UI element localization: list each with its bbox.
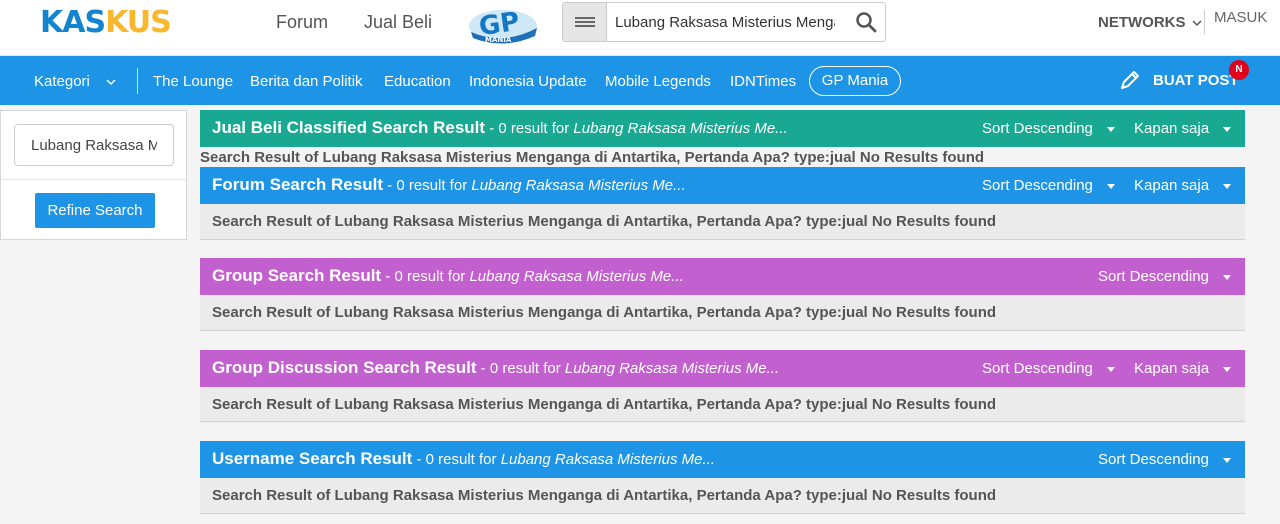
nav-link-forum[interactable]: Forum bbox=[276, 12, 328, 33]
username-result-header: Username Search Result - 0 result for Lu… bbox=[200, 441, 1245, 478]
jual-beli-result-header: Jual Beli Classified Search Result - 0 r… bbox=[200, 110, 1245, 147]
section-title-text: Forum Search Result bbox=[212, 175, 383, 194]
chevron-down-icon bbox=[1192, 20, 1202, 27]
result-query: Lubang Raksasa Misterius Me... bbox=[564, 360, 780, 377]
result-query: Lubang Raksasa Misterius Me... bbox=[573, 120, 788, 137]
caret-down-icon bbox=[1222, 274, 1231, 280]
caret-down-icon bbox=[1106, 366, 1115, 372]
kategori-dropdown[interactable]: Kategori bbox=[34, 73, 116, 90]
group-discussion-result-body: Search Result of Lubang Raksasa Misteriu… bbox=[200, 387, 1245, 422]
nav-item-mobile-legends[interactable]: Mobile Legends bbox=[605, 73, 711, 90]
username-result-body: Search Result of Lubang Raksasa Misteriu… bbox=[200, 478, 1245, 514]
sort-dropdown[interactable]: Sort Descending bbox=[982, 120, 1115, 137]
group-discussion-result-text: Search Result of Lubang Raksasa Misteriu… bbox=[212, 396, 997, 413]
time-filter-label: Kapan saja bbox=[1134, 177, 1210, 194]
networks-dropdown[interactable]: NETWORKS bbox=[1098, 14, 1202, 31]
jual-beli-result-text: Search Result of Lubang Raksasa Misteriu… bbox=[200, 149, 985, 166]
caret-down-icon bbox=[1223, 126, 1232, 132]
notification-badge: N bbox=[1229, 60, 1249, 80]
sort-dropdown[interactable]: Sort Descending bbox=[1098, 451, 1231, 468]
caret-down-icon bbox=[1222, 457, 1231, 463]
result-query: Lubang Raksasa Misterius Me... bbox=[471, 177, 686, 194]
group-result-body: Search Result of Lubang Raksasa Misteriu… bbox=[200, 295, 1245, 331]
networks-label: NETWORKS bbox=[1098, 14, 1186, 31]
section-title: Jual Beli Classified Search Result - 0 r… bbox=[212, 118, 788, 138]
time-filter-dropdown[interactable]: Kapan saja bbox=[1134, 360, 1232, 377]
sort-label: Sort Descending bbox=[1098, 451, 1209, 468]
result-count: - 0 result for bbox=[381, 268, 470, 285]
caret-down-icon bbox=[1106, 183, 1115, 189]
header-divider bbox=[1204, 10, 1205, 34]
search-box bbox=[562, 2, 886, 42]
kaskus-logo[interactable]: KASKUS bbox=[40, 5, 172, 40]
pencil-icon bbox=[1121, 71, 1139, 89]
gp-logo-sub: MANIA bbox=[485, 36, 512, 44]
time-filter-dropdown[interactable]: Kapan saja bbox=[1134, 120, 1232, 137]
section-title-text: Jual Beli Classified Search Result bbox=[212, 118, 486, 137]
caret-down-icon bbox=[1223, 366, 1232, 372]
group-result-text: Search Result of Lubang Raksasa Misteriu… bbox=[212, 304, 997, 321]
nav-item-berita-dan-politik[interactable]: Berita dan Politik bbox=[250, 73, 363, 90]
gp-mania-logo[interactable]: GP MANIA bbox=[465, 2, 541, 46]
sort-label: Sort Descending bbox=[982, 120, 1093, 137]
result-query: Lubang Raksasa Misterius Me... bbox=[469, 268, 684, 285]
nav-item-education[interactable]: Education bbox=[384, 73, 451, 90]
refine-search-input[interactable] bbox=[14, 124, 174, 166]
sort-label: Sort Descending bbox=[1098, 268, 1209, 285]
masuk-link[interactable]: MASUK bbox=[1214, 9, 1267, 26]
nav-link-jual-beli[interactable]: Jual Beli bbox=[364, 12, 432, 33]
category-nav: Kategori The Lounge Berita dan Politik E… bbox=[0, 56, 1280, 105]
caret-down-icon bbox=[1223, 183, 1232, 189]
nav-item-indonesia-update[interactable]: Indonesia Update bbox=[469, 73, 587, 90]
refine-panel: Refine Search bbox=[0, 110, 188, 240]
nav-item-idntimes[interactable]: IDNTimes bbox=[730, 73, 796, 90]
time-filter-label: Kapan saja bbox=[1134, 120, 1210, 137]
time-filter-dropdown[interactable]: Kapan saja bbox=[1134, 177, 1232, 194]
refine-search-button[interactable]: Refine Search bbox=[35, 193, 155, 228]
nav-item-gp-mania[interactable]: GP Mania bbox=[809, 66, 901, 96]
chevron-down-icon bbox=[106, 79, 116, 86]
nav-item-the-lounge[interactable]: The Lounge bbox=[153, 73, 233, 90]
forum-result-body: Search Result of Lubang Raksasa Misteriu… bbox=[200, 204, 1245, 240]
time-filter-label: Kapan saja bbox=[1134, 360, 1210, 377]
sort-dropdown[interactable]: Sort Descending bbox=[1098, 268, 1231, 285]
result-count: - 0 result for bbox=[383, 177, 472, 194]
result-count: - 0 result for bbox=[412, 451, 501, 468]
section-title: Forum Search Result - 0 result for Luban… bbox=[212, 175, 686, 195]
group-result-header: Group Search Result - 0 result for Luban… bbox=[200, 258, 1245, 295]
group-discussion-result-header: Group Discussion Search Result - 0 resul… bbox=[200, 350, 1245, 387]
sort-label: Sort Descending bbox=[982, 360, 1093, 377]
forum-result-text: Search Result of Lubang Raksasa Misteriu… bbox=[212, 213, 997, 230]
sort-label: Sort Descending bbox=[982, 177, 1093, 194]
logo-part-1: KAS bbox=[40, 5, 106, 40]
caret-down-icon bbox=[1106, 126, 1115, 132]
result-count: - 0 result for bbox=[485, 120, 574, 137]
search-input[interactable] bbox=[615, 11, 835, 33]
search-icon bbox=[856, 12, 877, 33]
kategori-label: Kategori bbox=[34, 73, 90, 90]
section-title: Group Search Result - 0 result for Luban… bbox=[212, 266, 684, 286]
section-title-text: Username Search Result bbox=[212, 449, 413, 468]
nav-separator bbox=[137, 68, 138, 94]
section-title-text: Group Search Result bbox=[212, 266, 382, 285]
result-count: - 0 result for bbox=[476, 360, 565, 377]
top-bar: KASKUS Forum Jual Beli GP MANIA NETWORKS… bbox=[0, 0, 1280, 56]
username-result-text: Search Result of Lubang Raksasa Misteriu… bbox=[212, 487, 997, 504]
sort-dropdown[interactable]: Sort Descending bbox=[982, 360, 1115, 377]
refine-divider bbox=[1, 179, 188, 180]
search-menu-button[interactable] bbox=[563, 3, 607, 41]
buat-post-label: BUAT POST bbox=[1153, 72, 1239, 89]
section-title-text: Group Discussion Search Result bbox=[212, 358, 477, 377]
search-button[interactable] bbox=[855, 11, 877, 33]
forum-result-header: Forum Search Result - 0 result for Luban… bbox=[200, 167, 1245, 204]
section-title: Username Search Result - 0 result for Lu… bbox=[212, 449, 715, 469]
logo-part-2: KUS bbox=[105, 5, 172, 40]
section-title: Group Discussion Search Result - 0 resul… bbox=[212, 358, 779, 378]
result-query: Lubang Raksasa Misterius Me... bbox=[500, 451, 715, 468]
hamburger-icon bbox=[574, 15, 595, 29]
sort-dropdown[interactable]: Sort Descending bbox=[982, 177, 1115, 194]
